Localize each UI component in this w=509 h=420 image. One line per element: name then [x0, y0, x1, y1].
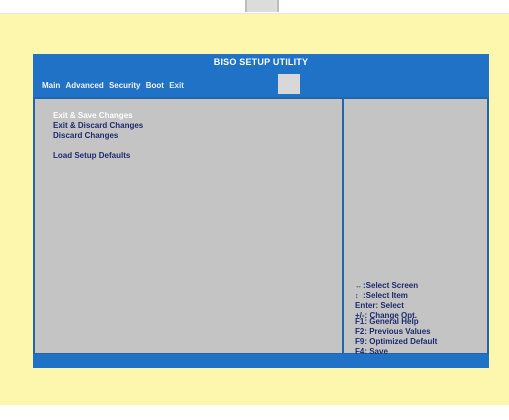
menu-security[interactable]: Security — [109, 81, 141, 90]
help-enter: Enter: Select — [355, 301, 404, 310]
page: { "window": { "title": "BISO SETUP UTILI… — [0, 0, 509, 420]
help-select-item: ↕:Select Item — [355, 291, 437, 301]
option-exit-discard-changes[interactable]: Exit & Discard Changes — [53, 121, 143, 131]
top-divider — [0, 13, 509, 14]
menu-exit[interactable]: Exit — [169, 81, 184, 90]
help-select-screen: ↔:Select Screen — [355, 281, 437, 291]
help-f9: F9: Optimized Default — [355, 337, 438, 346]
menu-bar: Main Advanced Security Boot Exit — [33, 70, 489, 97]
top-tab-notch — [245, 0, 279, 12]
window-title: BISO SETUP UTILITY — [33, 54, 489, 70]
option-discard-changes[interactable]: Discard Changes — [53, 131, 143, 141]
menu-list: Main Advanced Security Boot Exit — [42, 81, 187, 90]
content-frame: Exit & Save Changes Exit & Discard Chang… — [33, 97, 489, 357]
option-load-setup-defaults[interactable]: Load Setup Defaults — [53, 151, 143, 161]
help-f1: F1: General Help — [355, 317, 419, 326]
help-panel: ↔:Select Screen ↕:Select Item Enter: Sel… — [355, 281, 437, 357]
menu-tab-indicator — [278, 74, 300, 94]
bios-setup-window: BISO SETUP UTILITY Main Advanced Securit… — [33, 54, 489, 374]
panel-divider — [342, 99, 344, 353]
bottom-strip — [0, 405, 509, 420]
options-list: Exit & Save Changes Exit & Discard Chang… — [53, 111, 143, 161]
help-select-item-text: :Select Item — [363, 291, 408, 300]
options-spacer — [53, 141, 143, 151]
menu-boot[interactable]: Boot — [146, 81, 164, 90]
help-select-screen-text: :Select Screen — [363, 281, 419, 290]
status-bar — [33, 354, 489, 368]
help-f2: F2: Previous Values — [355, 327, 431, 336]
menu-main[interactable]: Main — [42, 81, 60, 90]
option-exit-save-changes[interactable]: Exit & Save Changes — [53, 111, 143, 121]
menu-advanced[interactable]: Advanced — [65, 81, 103, 90]
